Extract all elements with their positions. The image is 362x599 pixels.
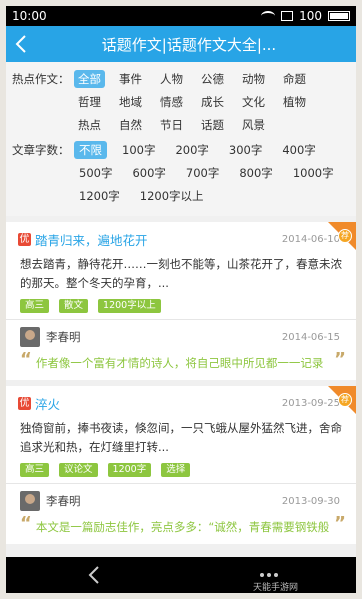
- reviewer-name: 李春明: [46, 330, 81, 344]
- review-comment-text: 本文是一篇励志佳作，亮点多多：“诚然，青春需要钢铁般: [35, 520, 330, 534]
- wordcount-chip[interactable]: 1200字: [74, 187, 125, 205]
- article-excerpt[interactable]: 独倚窗前，捧书夜读，倏忽间，一只飞蛾从屋外猛然飞进，舍命追求光和热，在灯缝里打转…: [6, 413, 356, 457]
- topic-filter-label: 热点作文：: [12, 72, 70, 86]
- topic-chip[interactable]: 公德: [197, 70, 228, 88]
- topic-chip[interactable]: 文化: [238, 93, 269, 111]
- wordcount-chip[interactable]: 300字: [224, 141, 267, 159]
- excellent-badge: 优: [18, 233, 31, 246]
- topic-filter-row: 热点作文： 全部 事件 人物 公德 动物 命题哲理 地域 情感 成长 文化 植物热点 自然 节日 话题 风景: [12, 68, 352, 137]
- topic-chip[interactable]: 热点: [74, 116, 105, 134]
- nav-back-button[interactable]: [74, 560, 114, 590]
- article-tag[interactable]: 高三: [20, 463, 50, 477]
- reviewer-name: 李春明: [46, 494, 81, 508]
- app-frame: 10:00 100 话题作文|话题作文大全|... 热点作文： 全部 事件 人物 公德…: [6, 6, 356, 593]
- wordcount-options: 不限 100字 200字 300字 400字 500字 600字 700字 800字 1000字 1…: [74, 139, 352, 208]
- app-header: 话题作文|话题作文大全|...: [6, 26, 356, 62]
- recommend-badge: 荐: [338, 229, 352, 243]
- page-title: 话题作文|话题作文大全|...: [101, 35, 277, 54]
- status-time: 10:00: [12, 9, 47, 23]
- review-comment[interactable]: “ 作者像一个富有才情的诗人，将自己眼中所见都一一记录 ”: [6, 347, 356, 380]
- signal-icon: [281, 11, 294, 21]
- topic-options: 全部 事件 人物 公德 动物 命题哲理 地域 情感 成长 文化 植物热点 自然 节日 话题 风景: [74, 68, 352, 137]
- wordcount-chip[interactable]: 600字: [127, 164, 170, 182]
- open-quote-icon: “: [20, 349, 32, 370]
- filter-panel: 热点作文： 全部 事件 人物 公德 动物 命题哲理 地域 情感 成长 文化 植物热点 自然 节日 话题 风景…: [6, 62, 356, 216]
- article-card[interactable]: 荐 优 踏青归来，遍地花开 2014-06-10 想去踏青，静待花开……一刻也不…: [6, 222, 356, 380]
- topic-chip[interactable]: 成长: [197, 93, 228, 111]
- article-tag[interactable]: 议论文: [59, 463, 98, 477]
- review-comment[interactable]: “ 本文是一篇励志佳作，亮点多多：“诚然，青春需要钢铁般 ”: [6, 511, 356, 544]
- article-title[interactable]: 淬火: [35, 394, 282, 413]
- wordcount-chip[interactable]: 不限: [74, 141, 107, 159]
- article-tag[interactable]: 1200字以上: [98, 299, 161, 313]
- article-tag[interactable]: 选择: [161, 463, 191, 477]
- wordcount-chip[interactable]: 700字: [181, 164, 224, 182]
- topic-chip[interactable]: 话题: [197, 116, 228, 134]
- topic-chip[interactable]: 事件: [115, 70, 146, 88]
- avatar: [20, 491, 40, 511]
- watermark: 天能手游网: [252, 583, 298, 593]
- topic-chip[interactable]: 节日: [156, 116, 187, 134]
- wordcount-chip[interactable]: 800字: [234, 164, 277, 182]
- close-quote-icon: ”: [334, 513, 346, 534]
- wordcount-chip[interactable]: 100字: [117, 141, 160, 159]
- topic-chip[interactable]: 动物: [238, 70, 269, 88]
- review-date: 2013-09-30: [281, 495, 340, 507]
- close-quote-icon: ”: [334, 349, 346, 370]
- wifi-icon: [261, 11, 276, 21]
- recommend-ribbon: 荐: [322, 386, 356, 420]
- topic-chip[interactable]: 风景: [238, 116, 269, 134]
- article-excerpt[interactable]: 想去踏青，静待花开……一刻也不能等，山茶花开了，春意未浓的那天。整个冬天的孕育，…: [6, 249, 356, 293]
- back-button[interactable]: [6, 26, 36, 62]
- nav-back-icon: [88, 566, 99, 584]
- topic-chip[interactable]: 命题: [279, 70, 310, 88]
- topic-chip[interactable]: 人物: [156, 70, 187, 88]
- wordcount-chip[interactable]: 200字: [170, 141, 213, 159]
- reviewer-row: 李春明 2014-06-15: [6, 320, 356, 347]
- reviewer-row: 李春明 2013-09-30: [6, 484, 356, 511]
- topic-chip[interactable]: 情感: [156, 93, 187, 111]
- article-title[interactable]: 踏青归来，遍地花开: [35, 230, 282, 249]
- article-tag[interactable]: 高三: [20, 299, 50, 313]
- battery-icon: [328, 11, 350, 21]
- system-nav-bar: 天能手游网: [6, 557, 356, 593]
- review-date: 2014-06-15: [281, 331, 340, 343]
- topic-chip[interactable]: 全部: [74, 70, 105, 88]
- topic-chip[interactable]: 地域: [115, 93, 146, 111]
- article-tag[interactable]: 1200字: [107, 463, 152, 477]
- topic-chip[interactable]: 植物: [279, 93, 310, 111]
- article-tags: 高三 散文 1200字以上: [6, 293, 356, 319]
- wordcount-chip[interactable]: 500字: [74, 164, 117, 182]
- recommend-badge: 荐: [338, 393, 352, 407]
- more-dots-icon: [259, 573, 278, 577]
- wordcount-filter-label: 文章字数：: [12, 143, 70, 157]
- wordcount-chip[interactable]: 1000字: [288, 164, 339, 182]
- article-tag[interactable]: 散文: [59, 299, 89, 313]
- recommend-ribbon: 荐: [322, 222, 356, 256]
- chevron-left-icon: [15, 35, 26, 53]
- battery-level: 100: [299, 9, 322, 23]
- topic-chip[interactable]: 自然: [115, 116, 146, 134]
- article-list: 荐 优 踏青归来，遍地花开 2014-06-10 想去踏青，静待花开……一刻也不…: [6, 222, 356, 544]
- article-tags: 高三 议论文 1200字 选择: [6, 457, 356, 483]
- topic-chip[interactable]: 哲理: [74, 93, 105, 111]
- review-comment-text: 作者像一个富有才情的诗人，将自己眼中所见都一一记录: [35, 356, 324, 370]
- article-card[interactable]: 荐 优 淬火 2013-09-25 独倚窗前，捧书夜读，倏忽间，一只飞蛾从屋外猛…: [6, 386, 356, 544]
- open-quote-icon: “: [20, 513, 32, 534]
- avatar: [20, 327, 40, 347]
- wordcount-chip[interactable]: 1200字以上: [135, 187, 209, 205]
- status-bar: 10:00 100: [6, 6, 356, 26]
- wordcount-filter-row: 文章字数： 不限 100字 200字 300字 400字 500字 600字 700字 800字…: [12, 139, 352, 208]
- wordcount-chip[interactable]: 400字: [277, 141, 320, 159]
- excellent-badge: 优: [18, 397, 31, 410]
